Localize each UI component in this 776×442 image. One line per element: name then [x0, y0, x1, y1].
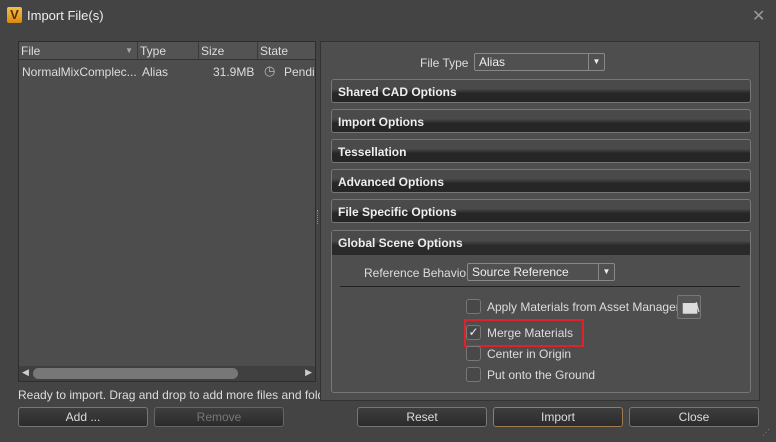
section-import-options[interactable]: Import Options — [331, 109, 751, 133]
cell-type: Alias — [142, 65, 169, 79]
section-shared-cad-options[interactable]: Shared CAD Options — [331, 79, 751, 103]
checkbox[interactable] — [466, 299, 481, 314]
reference-behavior-value: Source Reference — [472, 265, 569, 279]
option-label: Apply Materials from Asset Manager — [487, 300, 680, 314]
remove-button[interactable]: Remove — [154, 407, 284, 427]
checkbox-checked[interactable]: ✓ — [466, 325, 481, 340]
chevron-down-icon: ▼ — [598, 264, 614, 280]
section-tessellation[interactable]: Tessellation — [331, 139, 751, 163]
cell-state: Pendi — [284, 65, 315, 79]
app-logo-icon: V — [7, 7, 22, 23]
checkbox[interactable] — [466, 367, 481, 382]
reset-button[interactable]: Reset — [357, 407, 487, 427]
resize-grip-icon[interactable]: ⋰ — [762, 428, 770, 437]
table-header: File ▼ Type Size State — [19, 42, 315, 60]
divider — [340, 286, 740, 287]
header-label: File — [21, 44, 41, 58]
file-type-value: Alias — [479, 55, 506, 69]
close-button[interactable]: Close — [629, 407, 759, 427]
checkbox[interactable] — [466, 346, 481, 361]
option-label: Put onto the Ground — [487, 368, 596, 382]
reference-behavior-select[interactable]: Source Reference ▼ — [467, 263, 615, 281]
cell-file: NormalMixComplec... — [22, 65, 137, 79]
column-header-state[interactable]: State — [258, 42, 315, 60]
import-button[interactable]: Import — [493, 407, 623, 427]
global-scene-options-header[interactable]: Global Scene Options — [332, 231, 750, 255]
clock-icon: ◷ — [264, 63, 276, 78]
file-list[interactable]: File ▼ Type Size State NormalMixComplec..… — [18, 41, 316, 382]
file-type-select[interactable]: Alias ▼ — [474, 53, 605, 71]
section-advanced-options[interactable]: Advanced Options — [331, 169, 751, 193]
section-global-scene-options: Global Scene Options Reference Behavior … — [331, 230, 751, 393]
cell-size: 31.9MB — [213, 65, 255, 79]
sort-icon: ▼ — [125, 46, 133, 55]
option-label: Merge Materials — [487, 326, 574, 340]
add-button[interactable]: Add ... — [18, 407, 148, 427]
file-type-label: File Type — [420, 56, 469, 70]
reference-behavior-label: Reference Behavior — [364, 266, 471, 280]
scroll-right-icon[interactable]: ▶ — [305, 367, 312, 378]
asset-library-icon[interactable]: ▮▮▮\ — [677, 295, 701, 319]
close-icon[interactable]: ✕ — [752, 6, 765, 26]
window-title: Import File(s) — [27, 8, 104, 23]
status-text: Ready to import. Drag and drop to add mo… — [18, 388, 345, 402]
horizontal-scrollbar[interactable]: ◀ ▶ — [19, 366, 315, 381]
section-file-specific-options[interactable]: File Specific Options — [331, 199, 751, 223]
scroll-thumb[interactable] — [33, 368, 238, 379]
column-header-size[interactable]: Size — [199, 42, 258, 60]
scroll-left-icon[interactable]: ◀ — [22, 367, 29, 378]
chevron-down-icon: ▼ — [588, 54, 604, 70]
column-header-file[interactable]: File ▼ — [19, 42, 138, 60]
option-label: Center in Origin — [487, 347, 572, 361]
options-panel: File Type Alias ▼ Shared CAD Options Impo… — [320, 41, 760, 401]
title-bar: V Import File(s) ✕ — [0, 0, 776, 32]
column-header-type[interactable]: Type — [138, 42, 199, 60]
